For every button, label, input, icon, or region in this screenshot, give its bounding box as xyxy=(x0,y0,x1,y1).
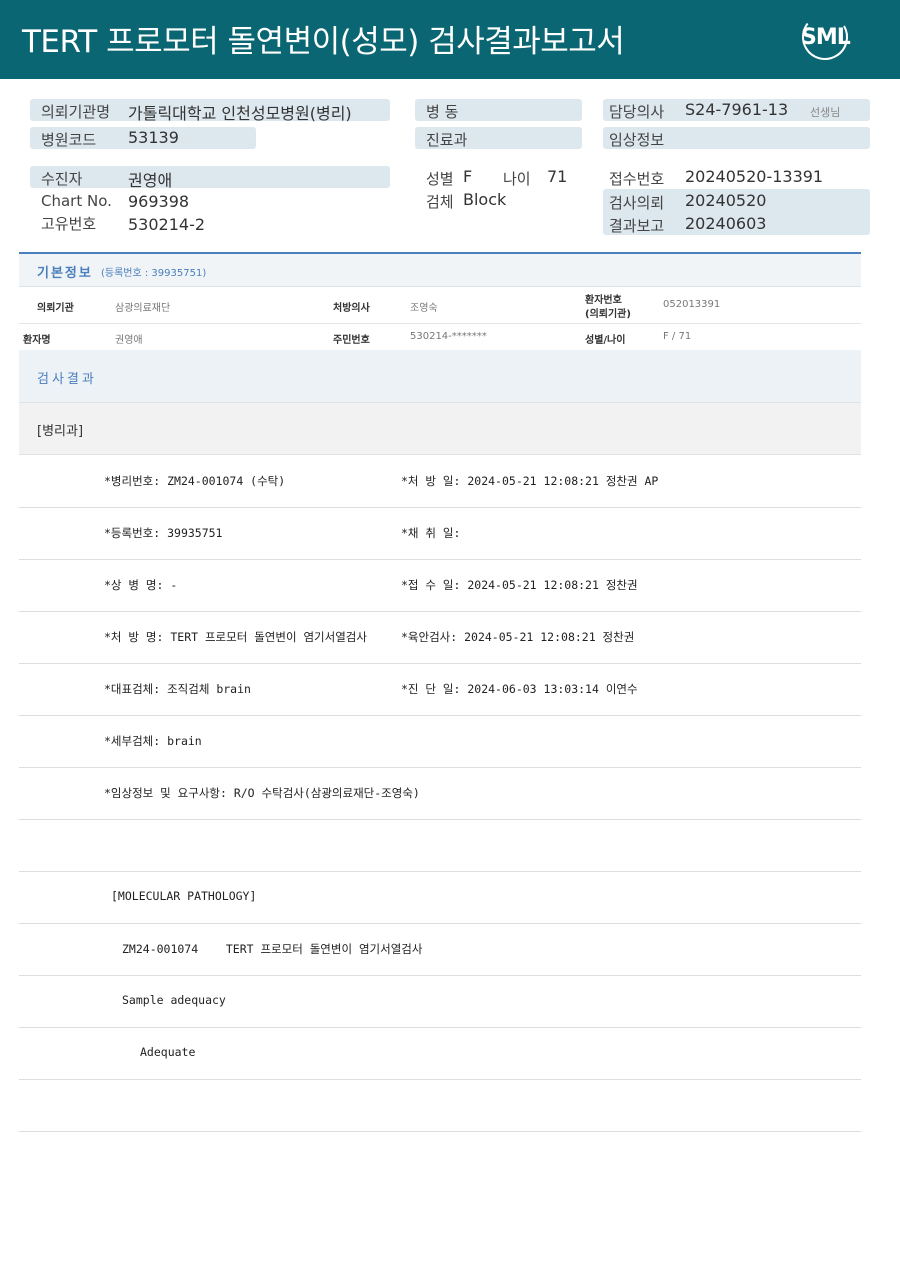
requesting-institution-value: 삼광의료재단 xyxy=(115,303,171,314)
logo-text: SML xyxy=(801,25,851,50)
clinical-label: 임상정보 xyxy=(609,131,665,149)
basic-info-header: 기본정보 (등록번호 : 39935751) xyxy=(19,254,861,287)
ward-label: 병 동 xyxy=(426,103,459,121)
request-value: 20240520 xyxy=(685,191,767,210)
basic-info-regno: (등록번호 : 39935751) xyxy=(101,268,207,279)
chart-label: Chart No. xyxy=(41,192,112,210)
test-line: ZM24-001074 TERT 프로모터 돌연변이 염기서열검사 xyxy=(122,942,423,956)
patient-number-label-sub: (의뢰기관) xyxy=(585,309,631,320)
id-value: 530214-2 xyxy=(128,215,206,234)
result-row: *세부검체: brain xyxy=(19,715,861,768)
prescriber-value: 조영숙 xyxy=(410,303,438,314)
result-row: Sample adequacy xyxy=(19,975,861,1028)
pathology-number: *병리번호: ZM24-001074 (수탁) xyxy=(104,474,286,488)
result-row: ZM24-001074 TERT 프로모터 돌연변이 염기서열검사 xyxy=(19,923,861,976)
patient-name-label: 환자명 xyxy=(23,335,51,346)
specimen-label: 검체 xyxy=(426,193,454,211)
patient-number-value: 052013391 xyxy=(663,299,721,310)
basic-info-section: 기본정보 (등록번호 : 39935751) 의뢰기관 삼광의료재단 처방의사 … xyxy=(19,252,861,354)
receipt-date: *접 수 일: 2024-05-21 12:08:21 정찬권 xyxy=(401,578,638,592)
sex-age-value: F / 71 xyxy=(663,331,692,342)
receipt-value: 20240520-13391 xyxy=(685,167,824,186)
basic-info-title: 기본정보 xyxy=(37,266,93,281)
result-row: *등록번호: 39935751 *채 취 일: xyxy=(19,507,861,560)
chart-value: 969398 xyxy=(128,192,190,211)
prescription-name: *처 방 명: TERT 프로모터 돌연변이 염기서열검사 xyxy=(104,630,367,644)
institution-label: 의뢰기관명 xyxy=(41,103,111,121)
sex-value: F xyxy=(463,167,473,186)
collection-date: *채 취 일: xyxy=(401,526,461,540)
results-title: 검사결과 xyxy=(37,372,97,387)
patient-label: 수진자 xyxy=(41,170,83,188)
report-value: 20240603 xyxy=(685,214,767,233)
hospital-code-value: 53139 xyxy=(128,128,179,147)
hospital-code-label: 병원코드 xyxy=(41,131,97,149)
result-row: Adequate xyxy=(19,1027,861,1080)
result-row xyxy=(19,819,861,872)
id-label: 고유번호 xyxy=(41,215,97,233)
prescription-date: *처 방 일: 2024-05-21 12:08:21 정찬권 AP xyxy=(401,474,659,488)
clinical-info-requests: *임상정보 및 요구사항: R/O 수탁검사(삼광의료재단-조영숙) xyxy=(104,786,420,800)
results-header: 검사결과 xyxy=(19,350,861,403)
sample-adequacy-label: Sample adequacy xyxy=(122,993,226,1007)
report-title: TERT 프로모터 돌연변이(성모) 검사결과보고서 xyxy=(22,24,625,60)
representative-specimen: *대표검체: 조직검체 brain xyxy=(104,682,251,696)
doctor-value: S24-7961-13 xyxy=(685,100,789,119)
report-header: TERT 프로모터 돌연변이(성모) 검사결과보고서 SML xyxy=(0,0,900,79)
basic-info-row: 의뢰기관 삼광의료재단 처방의사 조영숙 환자번호 (의뢰기관) 0520133… xyxy=(19,287,861,324)
dept-label: 진료과 xyxy=(426,131,468,149)
prescriber-label: 처방의사 xyxy=(333,303,370,314)
sex-age-label: 성별/나이 xyxy=(585,335,626,346)
institution-value: 가톨릭대학교 인천성모병원(병리) xyxy=(128,104,352,123)
report-label: 결과보고 xyxy=(609,217,665,235)
detail-specimen: *세부검체: brain xyxy=(104,734,202,748)
result-row: *처 방 명: TERT 프로모터 돌연변이 염기서열검사 *육안검사: 202… xyxy=(19,611,861,664)
age-value: 71 xyxy=(547,167,568,186)
molecular-pathology-heading: [MOLECULAR PATHOLOGY] xyxy=(111,889,257,903)
resident-number-label: 주민번호 xyxy=(333,335,370,346)
sample-adequacy-value: Adequate xyxy=(140,1045,196,1059)
basic-info-row: 환자명 권영애 주민번호 530214-******* 성별/나이 F / 71 xyxy=(19,324,861,350)
result-row: *상 병 명: - *접 수 일: 2024-05-21 12:08:21 정찬… xyxy=(19,559,861,612)
patient-name-value: 권영애 xyxy=(115,335,143,346)
patient-number-label: 환자번호 xyxy=(585,295,622,306)
gross-exam-date: *육안검사: 2024-05-21 12:08:21 정찬권 xyxy=(401,630,635,644)
result-row: [MOLECULAR PATHOLOGY] xyxy=(19,871,861,924)
doctor-label: 담당의사 xyxy=(609,103,665,121)
resident-number-value: 530214-******* xyxy=(410,331,487,342)
doctor-note: 선생님 xyxy=(810,106,841,119)
result-row: *대표검체: 조직검체 brain *진 단 일: 2024-06-03 13:… xyxy=(19,663,861,716)
patient-value: 권영애 xyxy=(128,171,173,190)
request-label: 검사의뢰 xyxy=(609,194,665,212)
result-row xyxy=(19,1079,861,1132)
specimen-value: Block xyxy=(463,190,507,209)
diagnosis-name: *상 병 명: - xyxy=(104,578,178,592)
receipt-label: 접수번호 xyxy=(609,170,665,188)
department-row: [병리과] xyxy=(19,403,861,455)
requesting-institution-label: 의뢰기관 xyxy=(37,303,74,314)
registration-number: *등록번호: 39935751 xyxy=(104,526,223,540)
diagnosis-date: *진 단 일: 2024-06-03 13:03:14 이연수 xyxy=(401,682,638,696)
patient-box xyxy=(30,166,390,188)
age-label: 나이 xyxy=(503,170,531,188)
result-row: *병리번호: ZM24-001074 (수탁) *처 방 일: 2024-05-… xyxy=(19,455,861,508)
sex-label: 성별 xyxy=(426,170,454,188)
result-row: *임상정보 및 요구사항: R/O 수탁검사(삼광의료재단-조영숙) xyxy=(19,767,861,820)
department-name: [병리과] xyxy=(37,424,84,439)
